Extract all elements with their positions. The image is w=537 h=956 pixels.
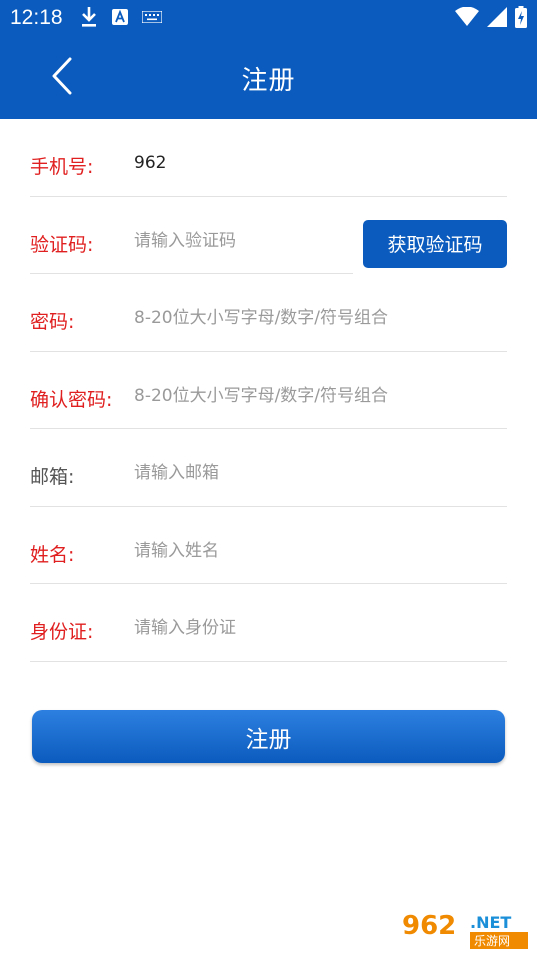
wifi-icon xyxy=(455,7,479,26)
password-label: 密码: xyxy=(30,311,75,333)
password-input[interactable] xyxy=(134,302,494,334)
phone-input[interactable] xyxy=(134,147,494,179)
email-input[interactable] xyxy=(134,457,494,489)
password-row: 密码: xyxy=(30,274,507,352)
email-row: 邮箱: xyxy=(30,429,507,507)
code-input[interactable] xyxy=(134,224,344,257)
get-code-button[interactable]: 获取验证码 xyxy=(363,219,507,268)
signal-icon xyxy=(487,7,507,27)
app-bar: 注册 xyxy=(0,36,537,119)
phone-row: 手机号: xyxy=(30,119,507,197)
name-input[interactable] xyxy=(134,534,494,567)
phone-label: 手机号: xyxy=(30,156,94,178)
code-label: 验证码: xyxy=(30,233,94,256)
id-card-label: 身份证: xyxy=(30,621,94,643)
name-row: 姓名: xyxy=(30,507,507,584)
email-label: 邮箱: xyxy=(30,466,75,488)
status-time: 12:18 xyxy=(10,6,63,29)
name-label: 姓名: xyxy=(30,543,75,566)
text-a-icon xyxy=(112,9,128,25)
watermark-logo: 962 .NET 乐游网 xyxy=(400,906,532,952)
register-button[interactable]: 注册 xyxy=(32,710,505,763)
svg-text:.NET: .NET xyxy=(470,913,511,932)
confirm-password-input[interactable] xyxy=(134,379,494,412)
id-card-input[interactable] xyxy=(134,612,494,644)
status-icons-right xyxy=(455,6,527,28)
status-icons-left xyxy=(80,6,162,28)
svg-text:962: 962 xyxy=(402,911,456,941)
svg-text:乐游网: 乐游网 xyxy=(474,934,510,948)
download-icon xyxy=(82,7,96,27)
status-bar: 12:18 xyxy=(0,0,537,36)
battery-charging-icon xyxy=(515,6,527,28)
confirm-password-label: 确认密码: xyxy=(30,388,113,411)
page-title: 注册 xyxy=(241,66,296,96)
register-form: 手机号: 验证码: 获取验证码 密码: 确认密码: 邮箱: 姓名: 身份证: xyxy=(30,119,507,662)
code-row: 验证码: 获取验证码 xyxy=(30,197,507,274)
id-card-row: 身份证: xyxy=(30,584,507,662)
confirm-password-row: 确认密码: xyxy=(30,352,507,429)
keyboard-icon xyxy=(142,11,162,23)
